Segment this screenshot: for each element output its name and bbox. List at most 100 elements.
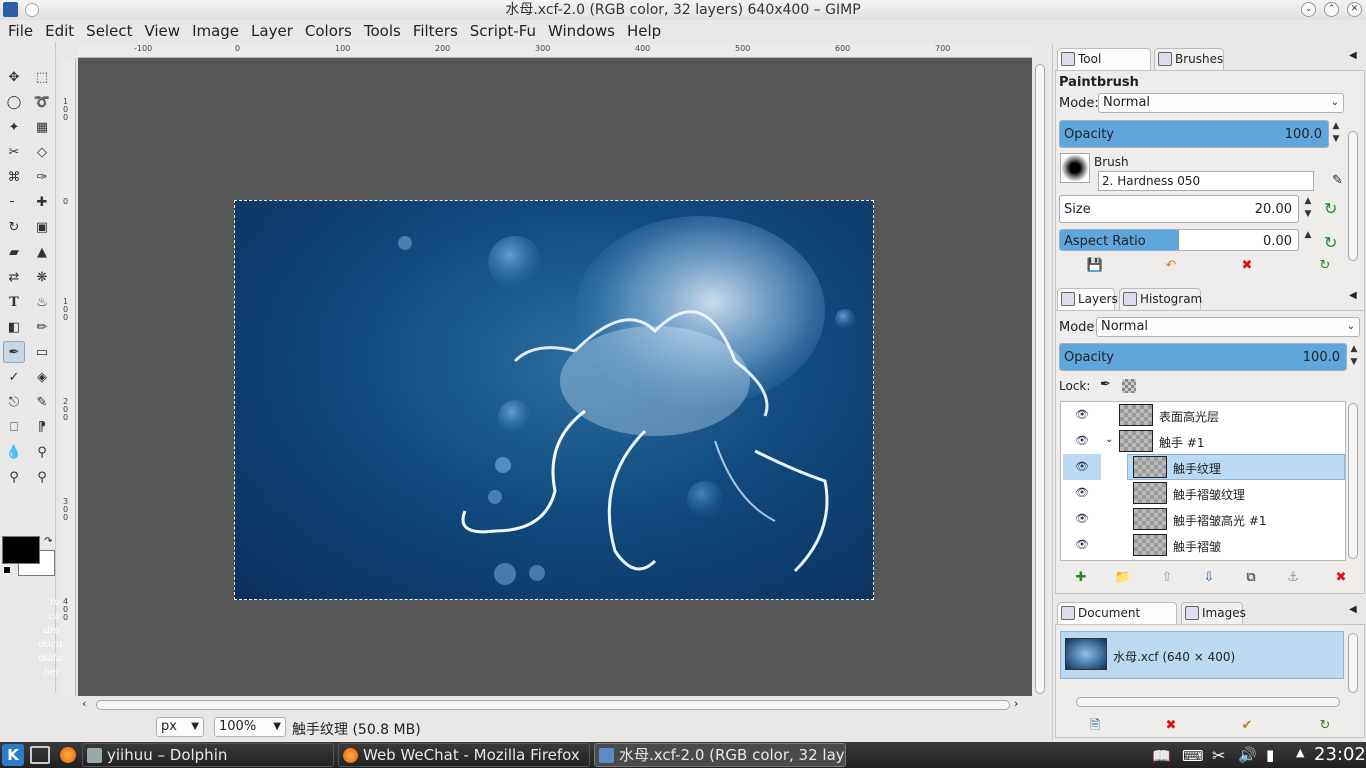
- task-gimp[interactable]: 水母.xcf-2.0 (RGB color, 32 layers: [594, 743, 846, 767]
- tab-brushes[interactable]: Brushes: [1154, 48, 1224, 70]
- text-tool-icon[interactable]: T: [3, 291, 25, 313]
- menu-colors[interactable]: Colors: [299, 22, 358, 40]
- eraser-icon[interactable]: ▭: [31, 341, 53, 363]
- brush-preview[interactable]: [1060, 153, 1090, 183]
- reset-size-icon[interactable]: ↻: [1324, 199, 1337, 218]
- perspective-icon[interactable]: ▲: [31, 241, 53, 263]
- task-firefox[interactable]: Web WeChat - Mozilla Firefox: [338, 743, 590, 767]
- zoom-selector[interactable]: 100% ▼: [214, 717, 286, 737]
- chevron-down-icon[interactable]: ⌄: [1105, 434, 1113, 445]
- layer-row[interactable]: 👁 触手褶皱高光 #1: [1063, 506, 1343, 532]
- layer-row[interactable]: 👁 触手褶皱纹理: [1063, 480, 1343, 506]
- perspective-clone-icon[interactable]: ⎕: [3, 416, 25, 438]
- layer-opacity-spin[interactable]: ▲ ▼: [1346, 343, 1362, 371]
- heal-icon[interactable]: ✎: [31, 391, 53, 413]
- klipper-icon[interactable]: 📖: [1152, 747, 1171, 765]
- close-icon[interactable]: ✕: [1347, 2, 1362, 17]
- opacity-spin[interactable]: ▲ ▼: [1328, 120, 1344, 148]
- flip-icon[interactable]: ⇄: [3, 266, 25, 288]
- volume-icon[interactable]: 🔊: [1238, 746, 1257, 764]
- image-canvas[interactable]: [234, 200, 874, 600]
- edit-brush-icon[interactable]: ✎: [1332, 173, 1343, 188]
- scissors-icon[interactable]: ✂: [1212, 746, 1225, 765]
- new-group-icon[interactable]: 📁: [1114, 569, 1132, 587]
- menu-layer[interactable]: Layer: [245, 22, 299, 40]
- move-tool-icon[interactable]: ✥: [3, 66, 25, 88]
- airbrush-icon[interactable]: ✓: [3, 366, 25, 388]
- unit-selector[interactable]: px ▼: [156, 717, 204, 737]
- cage-icon[interactable]: ❋: [31, 266, 53, 288]
- tab-images[interactable]: Images: [1181, 602, 1246, 624]
- firefox-launcher-icon[interactable]: [60, 747, 76, 763]
- zoom-icon[interactable]: ⚲: [31, 466, 53, 488]
- menu-filters[interactable]: Filters: [407, 22, 464, 40]
- aspect-spin[interactable]: ▲: [1300, 229, 1316, 251]
- refresh-history-icon[interactable]: ↻: [1316, 717, 1334, 735]
- delete-layer-icon[interactable]: ✖: [1332, 569, 1350, 587]
- duplicate-layer-icon[interactable]: ⧉: [1242, 569, 1260, 587]
- size-spin[interactable]: ▲ ▼: [1300, 195, 1316, 223]
- delete-options-icon[interactable]: ✖: [1238, 257, 1256, 275]
- reset-aspect-icon[interactable]: ↻: [1324, 233, 1337, 252]
- menu-file[interactable]: File: [2, 22, 39, 40]
- default-colors-icon[interactable]: [3, 566, 11, 574]
- tray-expand-icon[interactable]: ▲: [1296, 746, 1304, 759]
- anchor-layer-icon[interactable]: ⚓: [1284, 569, 1302, 587]
- lasso-icon[interactable]: ➰: [31, 91, 53, 113]
- paintbrush-icon[interactable]: ✒: [3, 341, 25, 363]
- battery-icon[interactable]: ▮: [1266, 746, 1274, 764]
- layer-opacity-slider[interactable]: Opacity 100.0: [1059, 343, 1347, 371]
- ellipse-select-icon[interactable]: ◯: [3, 91, 25, 113]
- gimp-app-icon[interactable]: [3, 2, 18, 17]
- maximize-icon[interactable]: ⌃: [1324, 2, 1339, 17]
- foreground-select-icon[interactable]: ◇: [31, 141, 53, 163]
- layer-mode-select[interactable]: Normal ⌄: [1096, 317, 1360, 337]
- vertical-scrollbar[interactable]: [1033, 44, 1047, 696]
- layer-row[interactable]: 👁 触手褶皱: [1063, 532, 1343, 558]
- visibility-eye-icon[interactable]: 👁: [1063, 402, 1101, 428]
- task-dolphin[interactable]: yiihuu – Dolphin: [82, 743, 334, 767]
- paint-mode-select[interactable]: Normal ⌄: [1098, 93, 1344, 113]
- brush-name-field[interactable]: 2. Hardness 050: [1098, 171, 1314, 191]
- crop-icon[interactable]: ⌘: [3, 166, 25, 188]
- reset-options-icon[interactable]: ↻: [1316, 257, 1334, 275]
- clear-history-icon[interactable]: ✔: [1238, 717, 1256, 735]
- kde-launcher-icon[interactable]: K: [2, 744, 24, 766]
- gradient-icon[interactable]: ◧: [3, 316, 25, 338]
- new-layer-icon[interactable]: ✚: [1072, 569, 1090, 587]
- menu-tools[interactable]: Tools: [358, 22, 407, 40]
- lower-layer-icon[interactable]: ⇩: [1200, 569, 1218, 587]
- shear-icon[interactable]: ▰: [3, 241, 25, 263]
- dock-menu-icon[interactable]: ◀: [1349, 50, 1357, 61]
- bucket-fill-icon[interactable]: ♨: [31, 291, 53, 313]
- lock-pixels-icon[interactable]: ✒: [1100, 377, 1111, 392]
- menu-edit[interactable]: Edit: [39, 22, 80, 40]
- remove-entry-icon[interactable]: ✖: [1162, 717, 1180, 735]
- layer-row[interactable]: 👁 表面高光层: [1063, 402, 1343, 428]
- dodge-burn-icon[interactable]: ⚲: [31, 441, 53, 463]
- ink-icon[interactable]: ◈: [31, 366, 53, 388]
- scroll-right-icon[interactable]: ›: [1014, 697, 1018, 710]
- tab-document-history[interactable]: Document History: [1057, 602, 1177, 640]
- color-select-icon[interactable]: ▦: [31, 116, 53, 138]
- smudge-icon[interactable]: 💧: [3, 441, 25, 463]
- menu-script-fu[interactable]: Script-Fu: [464, 22, 542, 40]
- raise-layer-icon[interactable]: ⇧: [1158, 569, 1176, 587]
- menu-windows[interactable]: Windows: [542, 22, 621, 40]
- opacity-slider[interactable]: Opacity 100.0: [1059, 120, 1329, 148]
- dock-menu-icon[interactable]: ◀: [1349, 604, 1357, 615]
- foreground-color-swatch[interactable]: [2, 536, 40, 564]
- menu-image[interactable]: Image: [186, 22, 245, 40]
- history-item[interactable]: 水母.xcf (640 × 400): [1060, 631, 1344, 679]
- aspect-ratio-slider[interactable]: Aspect Ratio 0.00: [1059, 229, 1299, 251]
- tab-tool-options[interactable]: Tool Options: [1057, 48, 1151, 86]
- visibility-eye-icon[interactable]: 👁: [1063, 454, 1101, 480]
- scroll-left-icon[interactable]: ‹: [82, 697, 86, 710]
- swap-colors-icon[interactable]: ↷: [44, 536, 52, 547]
- open-image-icon[interactable]: 🗎: [1086, 717, 1104, 735]
- visibility-eye-icon[interactable]: 👁: [1063, 532, 1101, 558]
- visibility-eye-icon[interactable]: 👁: [1063, 506, 1101, 532]
- history-hscrollbar[interactable]: [1076, 697, 1340, 707]
- lock-alpha-icon[interactable]: [1122, 379, 1136, 393]
- window-menu-button[interactable]: [25, 3, 39, 17]
